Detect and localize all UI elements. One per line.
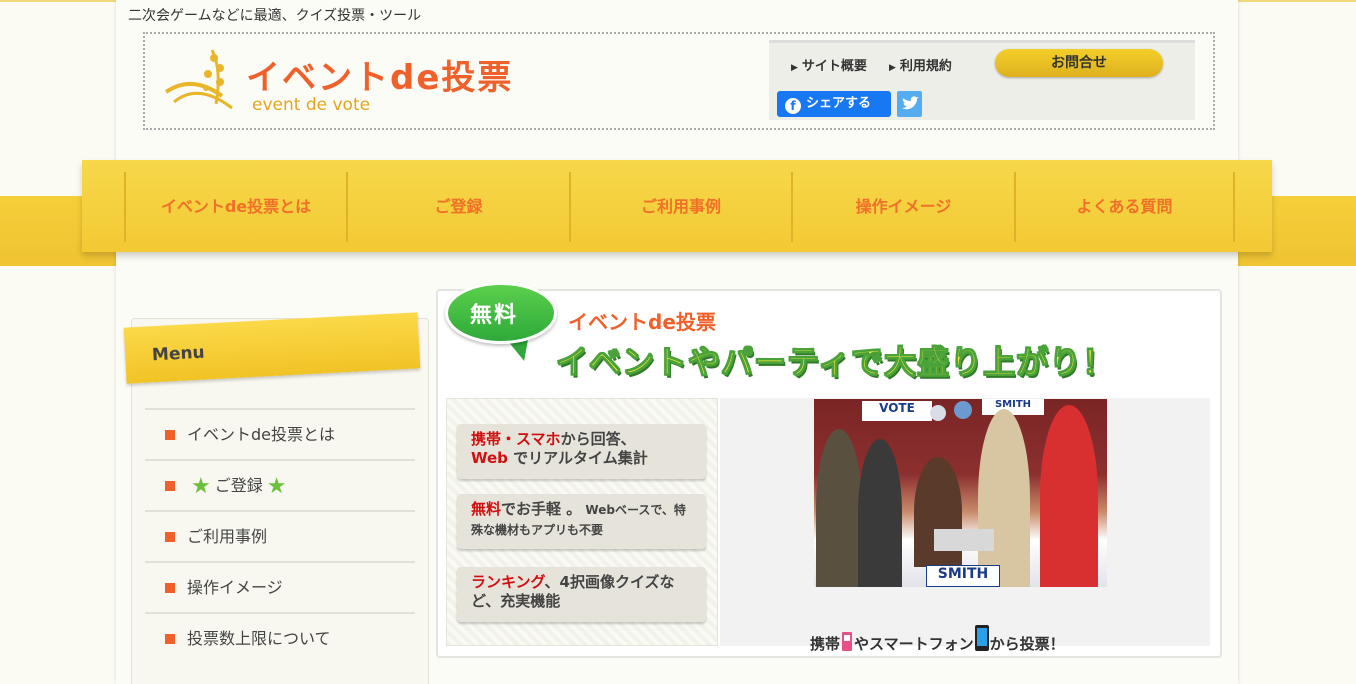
- logo-subtitle: event de vote: [252, 95, 371, 115]
- contact-button[interactable]: お問合せ: [995, 49, 1163, 77]
- sidebar-item-label: 操作イメージ: [187, 578, 283, 597]
- triangle-right-icon: ▶: [889, 63, 896, 73]
- nav-item-faq[interactable]: よくある質問: [1014, 172, 1235, 242]
- terms-link[interactable]: ▶ 利用規約: [889, 55, 952, 74]
- sidebar-item-label: 投票数上限について: [187, 629, 331, 648]
- person: [1040, 405, 1098, 587]
- feature-text: でリアルタイム集計: [507, 449, 648, 467]
- square-bullet-icon: [165, 481, 175, 491]
- caption-text: から投票！: [989, 635, 1065, 653]
- nav-item-about[interactable]: イベントde投票とは: [124, 172, 346, 242]
- feature-highlight: 無料: [471, 500, 502, 518]
- square-bullet-icon: [165, 583, 175, 593]
- nav-item-register[interactable]: ご登録: [346, 172, 569, 242]
- sidebar-item-vote-limit[interactable]: 投票数上限について: [145, 612, 415, 663]
- sidebar-item-label: ご利用事例: [187, 527, 268, 546]
- facebook-icon: f: [785, 98, 801, 114]
- facebook-share-label: シェアする: [806, 96, 872, 111]
- site-tagline: 二次会ゲームなどに最適、クイズ投票・ツール: [128, 8, 422, 24]
- sidebar-item-operation[interactable]: 操作イメージ: [145, 561, 415, 612]
- sidebar-item-register[interactable]: ★ ご登録 ★: [145, 459, 415, 510]
- feature-free: 無料でお手軽 。 Webベースで、特殊な機材もアプリも不要: [457, 494, 706, 549]
- twitter-button[interactable]: [897, 91, 922, 117]
- banner-headline: イベントやパーティで大盛り上がり！: [555, 343, 1116, 382]
- logo-title[interactable]: イベントde投票: [246, 50, 513, 99]
- sidebar-item-cases[interactable]: ご利用事例: [145, 510, 415, 561]
- star-icon: ★: [266, 474, 287, 499]
- feature-text: でお手軽 。: [501, 500, 582, 518]
- sidebar-item-label: イベントde投票とは: [187, 425, 336, 444]
- flip-phone-icon: [842, 632, 853, 651]
- square-bullet-icon: [165, 634, 175, 644]
- header-links-panel: ▶ サイト概要 ▶ 利用規約 お問合せ f シェアする: [769, 40, 1195, 120]
- balloon: [930, 405, 946, 421]
- square-bullet-icon: [165, 532, 175, 542]
- feature-mobile: 携帯・スマホから回答、 Web でリアルタイム集計: [457, 424, 706, 479]
- smith-sign-top: SMITH: [982, 399, 1044, 415]
- feature-highlight: 携帯・スマホ: [471, 430, 561, 448]
- person: [816, 429, 862, 587]
- triangle-right-icon: ▶: [791, 63, 798, 73]
- wheat-logo-icon: [164, 49, 233, 110]
- star-icon: ★: [191, 474, 211, 499]
- twitter-bird-icon: [902, 96, 919, 110]
- party-photo: VOTE SMITH SMITH: [814, 399, 1107, 587]
- caption-text: 携帯: [810, 635, 841, 653]
- free-badge-text: 無料: [470, 303, 519, 328]
- main-nav: イベントde投票とは ご登録 ご利用事例 操作イメージ よくある質問: [82, 160, 1272, 252]
- vote-sign: VOTE: [862, 401, 932, 421]
- banner-subtitle: イベントde投票: [568, 310, 716, 334]
- ballot-box: [934, 529, 994, 551]
- facebook-share-button[interactable]: f シェアする: [777, 91, 891, 117]
- sidebar-item-label: ご登録: [214, 476, 263, 495]
- site-overview-label: サイト概要: [801, 59, 867, 74]
- feature-highlight: Web: [471, 449, 508, 467]
- sidebar-menu: イベントde投票とは ★ ご登録 ★ ご利用事例 操作イメージ 投票数上限について: [145, 408, 415, 663]
- person: [858, 439, 902, 587]
- photo-caption: 携帯 やスマートフォン から投票！: [810, 624, 1065, 654]
- square-bullet-icon: [165, 430, 175, 440]
- feature-highlight: ランキング: [471, 573, 545, 591]
- feature-ranking: ランキング、4択画像クイズなど、充実機能: [457, 567, 706, 622]
- menu-title: Menu: [151, 342, 206, 366]
- nav-item-operation[interactable]: 操作イメージ: [791, 172, 1014, 242]
- caption-text: やスマートフォン: [854, 635, 974, 653]
- smartphone-icon: [974, 625, 989, 651]
- site-overview-link[interactable]: ▶ サイト概要: [791, 55, 867, 74]
- nav-item-cases[interactable]: ご利用事例: [569, 172, 791, 242]
- terms-label: 利用規約: [899, 59, 952, 74]
- person: [978, 409, 1030, 587]
- feature-text: から回答、: [560, 430, 636, 448]
- balloon: [954, 401, 972, 419]
- sidebar-item-about[interactable]: イベントde投票とは: [145, 408, 415, 459]
- smith-sign: SMITH: [926, 565, 1000, 587]
